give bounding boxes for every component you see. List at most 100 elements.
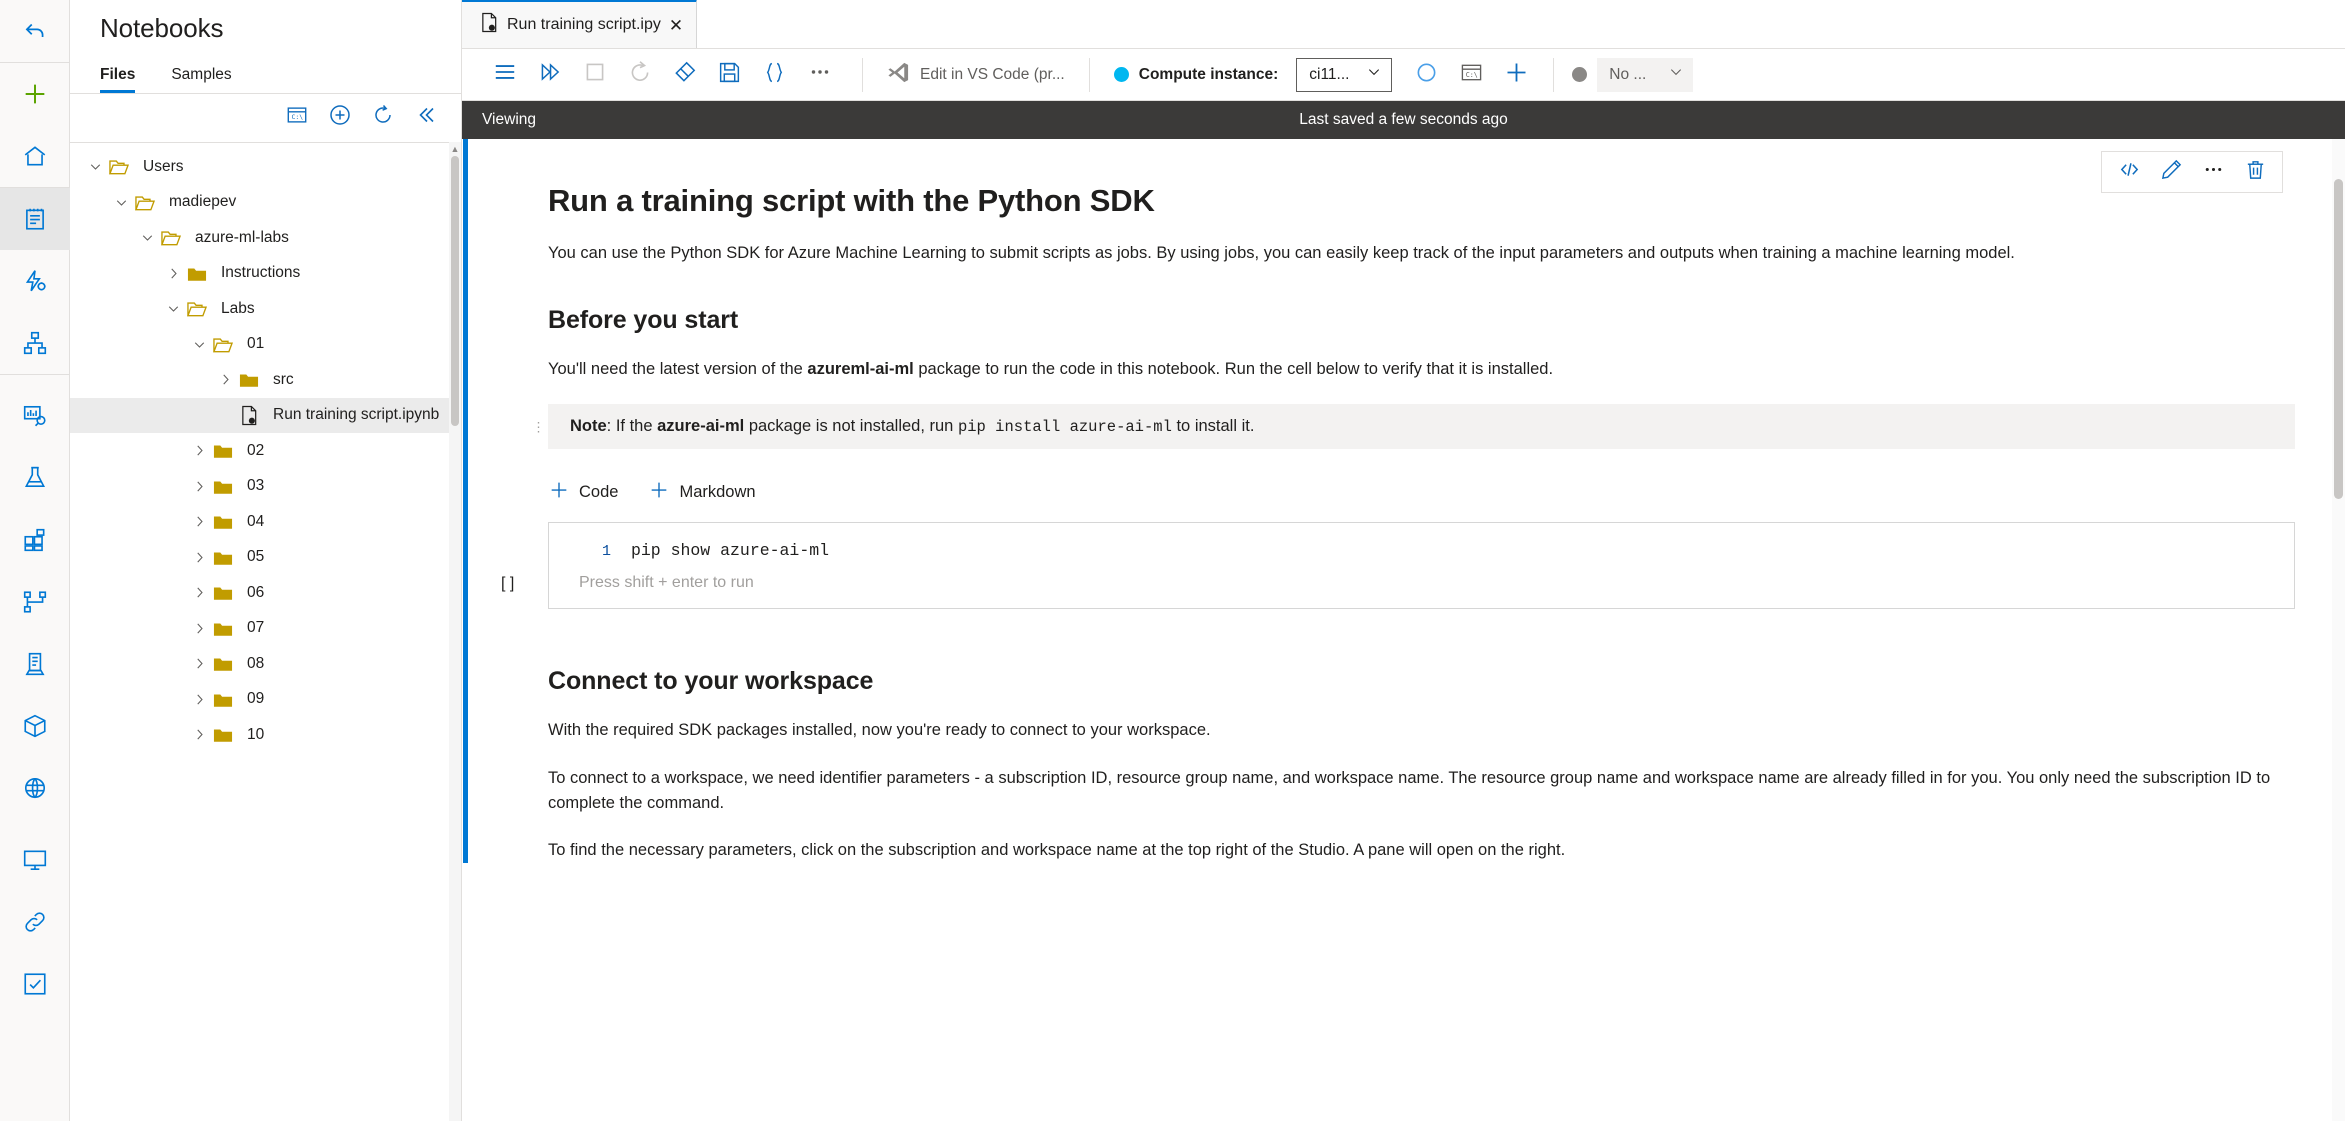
chevron-right-icon[interactable]: [188, 478, 210, 495]
flask-icon: [22, 465, 48, 491]
compute-new-button[interactable]: [1494, 49, 1539, 101]
tree-item[interactable]: madiepev: [70, 185, 461, 221]
scroll-thumb[interactable]: [451, 156, 459, 426]
add-files-button[interactable]: [327, 104, 353, 130]
tree-item[interactable]: 02: [70, 433, 461, 469]
chevron-down-icon[interactable]: [84, 158, 106, 175]
sidebar-item-environments[interactable]: [0, 633, 70, 695]
sidebar-item-components[interactable]: [0, 509, 70, 571]
sidebar-item-compute[interactable]: [0, 829, 70, 891]
kernel-select[interactable]: No ...: [1597, 57, 1694, 92]
sidebar-item-data-labeling[interactable]: [0, 953, 70, 1015]
tree-item[interactable]: Instructions: [70, 256, 461, 292]
tree-item-label: azure-ml-labs: [195, 228, 289, 246]
chevron-right-icon[interactable]: [188, 620, 210, 637]
tree-item[interactable]: 09: [70, 682, 461, 718]
sidebar-item-pipelines[interactable]: [0, 571, 70, 633]
more-button[interactable]: [797, 49, 842, 101]
edit-cell-button[interactable]: [2150, 155, 2192, 189]
compute-instance-select[interactable]: ci11...: [1296, 57, 1393, 92]
sidebar-item-linked-services[interactable]: [0, 891, 70, 953]
tree-item[interactable]: Run training script.ipynb: [70, 397, 461, 433]
save-button[interactable]: [707, 49, 752, 101]
sidebar-item-data[interactable]: [0, 385, 70, 447]
sidebar-item-models[interactable]: [0, 695, 70, 757]
tree-item[interactable]: azure-ml-labs: [70, 220, 461, 256]
tab-samples[interactable]: Samples: [171, 66, 231, 93]
terminal-button[interactable]: C:\: [284, 104, 310, 130]
stop-button[interactable]: [572, 49, 617, 101]
view-source-button[interactable]: [2108, 155, 2150, 189]
sidebar-item-automated-ml[interactable]: [0, 250, 70, 312]
chevron-right-icon[interactable]: [188, 549, 210, 566]
tree-item[interactable]: 01: [70, 327, 461, 363]
notebook-scrollbar[interactable]: [2332, 139, 2345, 1121]
chevron-right-icon[interactable]: [162, 265, 184, 282]
chevron-down-icon[interactable]: [188, 336, 210, 353]
connect-paragraph-2: To connect to a workspace, we need ident…: [548, 768, 2271, 812]
chevron-right-icon[interactable]: [214, 371, 236, 388]
tree-item[interactable]: 08: [70, 646, 461, 682]
scroll-up-arrow[interactable]: ▲: [450, 144, 460, 154]
tab-label: Run training script.ipy: [507, 16, 661, 33]
folder-closed-icon: [236, 370, 262, 389]
chevron-down-icon[interactable]: [162, 300, 184, 317]
compute-stop-button[interactable]: [1404, 49, 1449, 101]
tab-run-training-script[interactable]: Run training script.ipy ✕: [462, 0, 698, 48]
cell-drag-handle[interactable]: ⋮: [532, 420, 545, 433]
sidebar-item-endpoints[interactable]: [0, 757, 70, 819]
delete-cell-button[interactable]: [2234, 155, 2276, 189]
sidebar-item-designer[interactable]: [0, 312, 70, 374]
back-arrow-button[interactable]: [0, 0, 70, 62]
run-all-button[interactable]: [527, 49, 572, 101]
collapse-pane-button[interactable]: [413, 104, 439, 130]
code-cell[interactable]: [ ] 1 pip show azure-ai-ml Press shift +…: [501, 522, 2295, 610]
folder-closed-icon: [210, 441, 236, 460]
edit-in-vscode-button[interactable]: Edit in VS Code (pr...: [877, 61, 1075, 89]
add-markdown-cell-button[interactable]: Markdown: [648, 479, 756, 506]
home-button[interactable]: [0, 125, 70, 187]
tree-item[interactable]: 10: [70, 717, 461, 753]
close-icon[interactable]: ✕: [669, 17, 683, 34]
chevron-right-icon[interactable]: [188, 655, 210, 672]
folder-closed-icon: [210, 477, 236, 496]
tree-item[interactable]: 06: [70, 575, 461, 611]
chevron-right-icon[interactable]: [188, 726, 210, 743]
notebook-scroll-thumb[interactable]: [2334, 179, 2343, 499]
restart-kernel-button[interactable]: [617, 49, 662, 101]
chevron-right-icon[interactable]: [188, 442, 210, 459]
file-tree-scrollbar[interactable]: ▲: [449, 142, 461, 1121]
code-text[interactable]: pip show azure-ai-ml: [631, 541, 829, 560]
back-icon: [22, 18, 48, 44]
tree-item[interactable]: src: [70, 362, 461, 398]
notebook-body: Run a training script with the Python SD…: [462, 139, 2345, 1121]
chevron-down-icon[interactable]: [110, 194, 132, 211]
folder-closed-icon: [210, 548, 236, 567]
tab-files[interactable]: Files: [100, 66, 136, 93]
create-new-button[interactable]: [0, 63, 70, 125]
chevron-right-icon[interactable]: [188, 691, 210, 708]
refresh-button[interactable]: [370, 104, 396, 130]
prereq-paragraph: You'll need the latest version of the az…: [548, 357, 2295, 382]
file-tree[interactable]: Users madiepev azure-ml-labs Instructions La…: [70, 143, 461, 1121]
chevron-right-icon[interactable]: [188, 584, 210, 601]
tree-item[interactable]: 03: [70, 469, 461, 505]
chevron-right-icon[interactable]: [188, 513, 210, 530]
tree-item-label: Instructions: [221, 264, 301, 282]
add-code-cell-button[interactable]: Code: [548, 479, 618, 506]
tree-item[interactable]: 05: [70, 540, 461, 576]
toc-button[interactable]: [482, 49, 527, 101]
sidebar-item-notebooks[interactable]: [0, 188, 70, 250]
tree-item[interactable]: Users: [70, 149, 461, 185]
format-button[interactable]: [752, 49, 797, 101]
sidebar-item-jobs[interactable]: [0, 447, 70, 509]
chevron-down-icon[interactable]: [136, 229, 158, 246]
cell-more-button[interactable]: [2192, 155, 2234, 189]
tree-item[interactable]: 07: [70, 611, 461, 647]
markdown-cell-intro[interactable]: Run a training script with the Python SD…: [462, 139, 2345, 864]
terminal-icon: C:\: [1460, 61, 1483, 89]
tree-item[interactable]: Labs: [70, 291, 461, 327]
compute-terminal-button[interactable]: C:\: [1449, 49, 1494, 101]
clear-output-button[interactable]: [662, 49, 707, 101]
tree-item[interactable]: 04: [70, 504, 461, 540]
